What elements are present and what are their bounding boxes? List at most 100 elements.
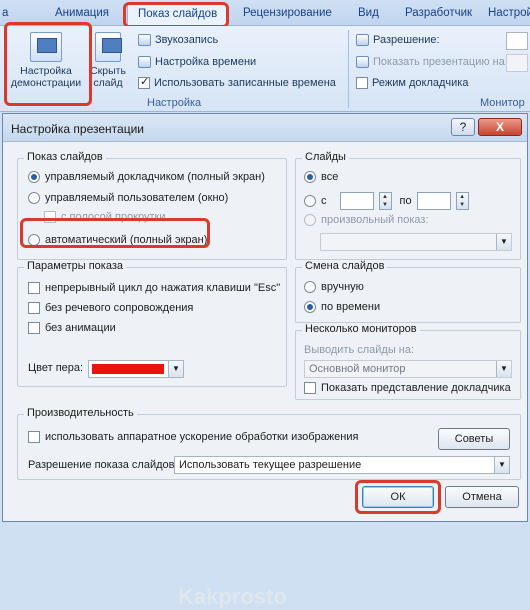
from-label: с — [321, 195, 327, 207]
monitor-value: Основной монитор — [309, 363, 406, 375]
resolution-dropdown[interactable] — [506, 32, 528, 50]
window-option-label: управляемый пользователем (окно) — [45, 192, 229, 204]
tab-settings[interactable]: Настройки — [488, 7, 530, 19]
tips-button[interactable]: Советы — [438, 428, 510, 450]
presenter-view-option[interactable]: Показать представление докладчика — [304, 382, 511, 394]
to-spinner[interactable]: ▲ ▼ — [455, 192, 469, 210]
no-narration-option[interactable]: без речевого сопровождения — [28, 302, 193, 314]
hw-accel-label: использовать аппаратное ускорение обрабо… — [45, 431, 359, 443]
presenter-option-label: управляемый докладчиком (полный экран) — [45, 171, 265, 183]
display-on-label: Выводить слайды на: — [304, 344, 415, 356]
show-on-control: Показать презентацию на: — [356, 56, 508, 68]
timings-label: по времени — [321, 301, 381, 313]
ribbon-panel: Настройка демонстрации Скрыть слайд Звук… — [0, 26, 530, 112]
record-narration-button[interactable]: Звукозапись — [138, 34, 218, 46]
radio-custom-show — [304, 214, 316, 226]
tab-slideshow[interactable]: Показ слайдов — [127, 3, 229, 27]
to-input[interactable] — [416, 192, 451, 210]
loop-option[interactable]: непрерывный цикл до нажатия клавиши "Esc… — [28, 282, 280, 294]
rehearse-timings-button[interactable]: Настройка времени — [138, 56, 256, 68]
show-on-label: Показать презентацию на: — [373, 56, 508, 68]
stopwatch-icon — [138, 56, 151, 68]
manual-option[interactable]: вручную — [304, 281, 364, 293]
use-timings-label: Использовать записанные времена — [154, 77, 336, 89]
show-type-group: Показ слайдов управляемый докладчиком (п… — [17, 151, 287, 260]
hide-slide-button[interactable]: Скрыть слайд — [88, 32, 128, 89]
cancel-button[interactable]: Отмена — [445, 486, 519, 508]
presenter-view-label: Режим докладчика — [372, 77, 469, 89]
presenter-view-dialog-label: Показать представление докладчика — [321, 382, 511, 394]
to-label: по — [399, 195, 412, 207]
show-options-group: Параметры показа непрерывный цикл до наж… — [17, 260, 287, 387]
monitor-dropdown: Основной монитор ▼ — [304, 360, 512, 378]
close-button[interactable]: X — [478, 118, 522, 136]
manual-label: вручную — [321, 281, 364, 293]
scrollbar-option-label: с полосой прокрутки — [61, 211, 166, 223]
radio-kiosk[interactable] — [28, 234, 40, 246]
help-button[interactable]: ? — [451, 118, 475, 136]
pen-color-picker[interactable]: ▼ — [88, 360, 184, 378]
radio-timings[interactable] — [304, 301, 316, 313]
from-spinner[interactable]: ▲ ▼ — [378, 192, 392, 210]
advance-legend: Смена слайдов — [302, 260, 388, 272]
radio-presenter[interactable] — [28, 171, 40, 183]
resolution-value: Использовать текущее разрешение — [179, 459, 362, 471]
tab-cut-off[interactable]: а — [2, 7, 8, 19]
window-option[interactable]: управляемый пользователем (окно) — [28, 192, 228, 204]
group-setup-label: Настройка — [147, 97, 202, 109]
no-narration-checkbox[interactable] — [28, 302, 40, 314]
monitors-group: Несколько мониторов Выводить слайды на: … — [295, 323, 521, 400]
resolution-select[interactable]: Использовать текущее разрешение ▼ — [174, 456, 510, 474]
hw-accel-option[interactable]: использовать аппаратное ускорение обрабо… — [28, 431, 358, 443]
no-animation-option[interactable]: без анимации — [28, 322, 116, 334]
chevron-down-icon: ▼ — [496, 234, 511, 250]
radio-all-slides[interactable] — [304, 171, 316, 183]
all-slides-option[interactable]: все — [304, 171, 338, 183]
presenter-view-check-icon — [356, 77, 368, 89]
resolution-label-dialog: Разрешение показа слайдов: — [28, 459, 178, 471]
hide-slide-icon — [95, 32, 122, 62]
advance-slides-group: Смена слайдов вручную по времени — [295, 260, 521, 323]
no-narration-label: без речевого сопровождения — [45, 302, 194, 314]
hw-accel-checkbox[interactable] — [28, 431, 40, 443]
setup-show-dialog: Настройка презентации ? X Показ слайдов … — [2, 113, 528, 609]
radio-window[interactable] — [28, 192, 40, 204]
chevron-down-icon: ▼ — [496, 361, 511, 377]
resolution-control[interactable]: Разрешение: — [356, 34, 440, 46]
chevron-down-icon: ▼ — [494, 457, 509, 473]
no-animation-checkbox[interactable] — [28, 322, 40, 334]
tab-view[interactable]: Вид — [358, 7, 379, 19]
scrollbar-checkbox — [44, 211, 56, 223]
resolution-label: Разрешение: — [373, 34, 440, 46]
show-type-legend: Показ слайдов — [24, 151, 106, 163]
radio-manual[interactable] — [304, 281, 316, 293]
presenter-view-checkbox[interactable]: Режим докладчика — [356, 77, 468, 89]
pen-color-swatch — [92, 364, 164, 374]
tab-review[interactable]: Рецензирование — [243, 7, 332, 19]
slides-legend: Слайды — [302, 151, 349, 163]
performance-legend: Производительность — [24, 407, 137, 419]
from-input[interactable] — [339, 192, 374, 210]
chevron-down-icon: ▼ — [168, 361, 183, 377]
microphone-icon — [138, 34, 151, 46]
monitor-icon — [356, 56, 369, 68]
kiosk-option[interactable]: автоматический (полный экран) — [28, 234, 207, 246]
dialog-titlebar: Настройка презентации ? X — [3, 114, 527, 142]
all-slides-label: все — [321, 171, 339, 183]
setup-show-label: Настройка демонстрации — [10, 65, 82, 89]
tab-developer[interactable]: Разработчик — [405, 7, 472, 19]
presenter-option[interactable]: управляемый докладчиком (полный экран) — [28, 171, 265, 183]
radio-range[interactable] — [304, 195, 316, 207]
monitors-legend: Несколько мониторов — [302, 323, 420, 335]
tab-animation[interactable]: Анимация — [55, 7, 109, 19]
slides-group: Слайды все с ▲ ▼ по ▲ ▼ произвольный показ… — [295, 151, 521, 260]
scrollbar-option: с полосой прокрутки — [44, 211, 165, 223]
watermark: Kakprosto — [178, 584, 287, 609]
loop-checkbox[interactable] — [28, 282, 40, 294]
presenter-view-checkbox-dialog[interactable] — [304, 382, 316, 394]
setup-show-button[interactable]: Настройка демонстрации — [6, 32, 86, 89]
range-option[interactable]: с ▲ ▼ по ▲ ▼ — [304, 192, 469, 210]
timings-option[interactable]: по времени — [304, 301, 380, 313]
ok-button[interactable]: ОК — [362, 486, 434, 508]
use-timings-checkbox[interactable]: Использовать записанные времена — [138, 75, 336, 89]
